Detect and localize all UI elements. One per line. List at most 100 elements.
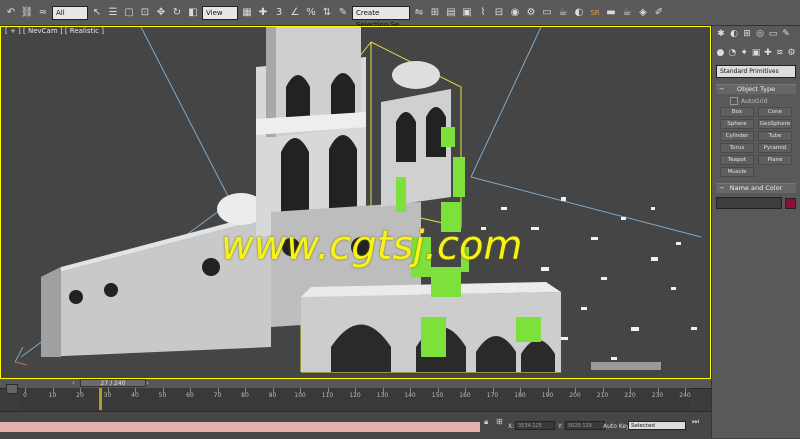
scene-render: [14, 27, 702, 373]
absolute-mode-icon[interactable]: ⊞: [496, 417, 503, 426]
move-icon[interactable]: ✥: [154, 6, 168, 20]
spinner-snap-icon[interactable]: ⇅: [320, 6, 334, 20]
cone-button[interactable]: Cone: [758, 107, 792, 117]
modify-tab-icon[interactable]: ◐: [729, 29, 739, 39]
geometry-icon[interactable]: ●: [716, 48, 725, 58]
ruler-tick-label: 240: [679, 392, 691, 399]
create-tab-icon[interactable]: ✱: [716, 29, 726, 39]
frame-ruler[interactable]: 0 10 20 30 40 50 60 70 80 90 100 110 120 130 140 150 160…: [20, 388, 691, 410]
create-category-icons: ● ◔ ✦ ▣ ✚ ≋ ⚙: [712, 46, 800, 62]
prev-frame-arrow-icon[interactable]: ‹: [72, 379, 75, 387]
ruler-tick-label: 0: [23, 392, 27, 399]
curve-editor-icon[interactable]: ⌇: [476, 6, 490, 20]
align-icon[interactable]: ⊞: [428, 6, 442, 20]
viewport-render-icon[interactable]: ◈: [636, 6, 650, 20]
render-setup-icon[interactable]: ⚙: [524, 6, 538, 20]
command-panel: ✱ ◐ ⊞ ◎ ▭ ✎ ● ◔ ✦ ▣ ✚ ≋ ⚙ Standard Primi…: [711, 26, 800, 438]
ruler-tick-label: 210: [596, 392, 609, 399]
rendered-frame-icon[interactable]: ▭: [540, 6, 554, 20]
ruler-tick-label: 140: [404, 392, 416, 399]
ruler-tick-label: 70: [213, 392, 222, 399]
command-panel-tabs: ✱ ◐ ⊞ ◎ ▭ ✎: [712, 26, 800, 46]
name-color-rollout[interactable]: − Name and Color: [716, 183, 796, 193]
render-icon[interactable]: ◐: [572, 6, 586, 20]
snap-3d-icon[interactable]: 3: [272, 6, 286, 20]
box-button[interactable]: Box: [720, 107, 754, 117]
object-name-field[interactable]: [716, 197, 782, 209]
checkbox-icon: [730, 97, 738, 105]
ruler-tick-label: 130: [376, 392, 389, 399]
status-bar: 🔒︎ ⊞ X: 3534.125 Y: 5020.129 Auto Key Se…: [0, 411, 711, 439]
teapot-render-icon[interactable]: ☕: [620, 6, 634, 20]
window-crossing-icon[interactable]: ⊡: [138, 6, 152, 20]
layer-manager-icon[interactable]: ▤: [444, 6, 458, 20]
x-coord-field[interactable]: 3534.125: [515, 421, 555, 430]
percent-snap-icon[interactable]: %: [304, 6, 318, 20]
object-type-rollout[interactable]: − Object Type: [716, 84, 796, 94]
plane-button[interactable]: Plane: [758, 155, 792, 165]
undo-icon[interactable]: ↶: [4, 6, 18, 20]
pivot-icon[interactable]: ▦: [240, 6, 254, 20]
utilities-tab-icon[interactable]: ✎: [781, 29, 791, 39]
select-by-name-icon[interactable]: ☰: [106, 6, 120, 20]
ruler-tick-label: 170: [486, 392, 499, 399]
render-production-icon[interactable]: ☕: [556, 6, 570, 20]
mirror-icon[interactable]: ⇋: [412, 6, 426, 20]
muscle-button[interactable]: Muscle: [720, 167, 754, 177]
mini-curve-editor-toggle[interactable]: [6, 384, 18, 394]
auto-key-button[interactable]: Auto Key: [603, 423, 630, 430]
collapse-icon: −: [719, 85, 725, 93]
sphere-button[interactable]: Sphere: [720, 119, 754, 129]
ribbon-icon[interactable]: ▬: [604, 6, 618, 20]
spacewarps-icon[interactable]: ≋: [775, 48, 784, 58]
ruler-tick-label: 150: [431, 392, 444, 399]
name-color-row: [716, 197, 796, 209]
teapot-button[interactable]: Teapot: [720, 155, 754, 165]
edit-named-selection-icon[interactable]: ✎: [336, 6, 350, 20]
y-coord-field[interactable]: 5020.129: [565, 421, 605, 430]
sr-icon[interactable]: SR: [588, 6, 602, 20]
helpers-icon[interactable]: ✚: [763, 48, 772, 58]
lock-icon[interactable]: 🔒︎: [484, 417, 488, 427]
ruler-tick-label: 60: [186, 392, 194, 399]
rect-select-icon[interactable]: ▢: [122, 6, 136, 20]
object-type-title: Object Type: [736, 85, 776, 93]
unlink-icon[interactable]: ≈: [36, 6, 50, 20]
scale-icon[interactable]: ◧: [186, 6, 200, 20]
material-editor-icon[interactable]: ◉: [508, 6, 522, 20]
motion-tab-icon[interactable]: ◎: [755, 29, 765, 39]
pyramid-button[interactable]: Pyramid: [758, 143, 792, 153]
angle-snap-icon[interactable]: ∠: [288, 6, 302, 20]
ruler-tick-label: 120: [349, 392, 361, 399]
systems-icon[interactable]: ⚙: [787, 48, 796, 58]
manipulate-icon[interactable]: ✚: [256, 6, 270, 20]
named-selection-set-select[interactable]: Create Selection Se: [352, 5, 410, 29]
link-icon[interactable]: ⛓: [20, 6, 34, 20]
torus-button[interactable]: Torus: [720, 143, 754, 153]
shapes-icon[interactable]: ◔: [728, 48, 737, 58]
rotate-icon[interactable]: ↻: [170, 6, 184, 20]
go-to-end-icon[interactable]: ⏭: [692, 417, 699, 427]
cameras-icon[interactable]: ▣: [752, 48, 761, 58]
selection-filter-select[interactable]: All: [52, 5, 88, 20]
time-slider-handle[interactable]: 27 / 240: [80, 379, 146, 387]
scene-explorer-icon[interactable]: ▣: [460, 6, 474, 20]
geosphere-button[interactable]: GeoSphere: [758, 119, 792, 129]
autogrid-checkbox[interactable]: AutoGrid: [730, 97, 800, 105]
tube-button[interactable]: Tube: [758, 131, 792, 141]
lights-icon[interactable]: ✦: [740, 48, 749, 58]
cylinder-button[interactable]: Cylinder: [720, 131, 754, 141]
primitive-type-select[interactable]: Standard Primitives: [716, 65, 796, 78]
key-filter-select[interactable]: Selected: [628, 421, 686, 430]
script-icon[interactable]: ✐: [652, 6, 666, 20]
object-color-swatch[interactable]: [785, 197, 796, 209]
schematic-view-icon[interactable]: ⊟: [492, 6, 506, 20]
display-tab-icon[interactable]: ▭: [768, 29, 778, 39]
maxscript-listener[interactable]: [0, 422, 480, 432]
perspective-viewport[interactable]: [ + ] [ NevCam ] [ Realistic ] www.cgtsj…: [0, 26, 711, 379]
hierarchy-tab-icon[interactable]: ⊞: [742, 29, 752, 39]
select-object-icon[interactable]: ↖: [90, 6, 104, 20]
reference-coordinate-select[interactable]: View: [202, 5, 238, 20]
name-color-title: Name and Color: [729, 184, 783, 192]
next-frame-arrow-icon[interactable]: ›: [146, 379, 149, 387]
